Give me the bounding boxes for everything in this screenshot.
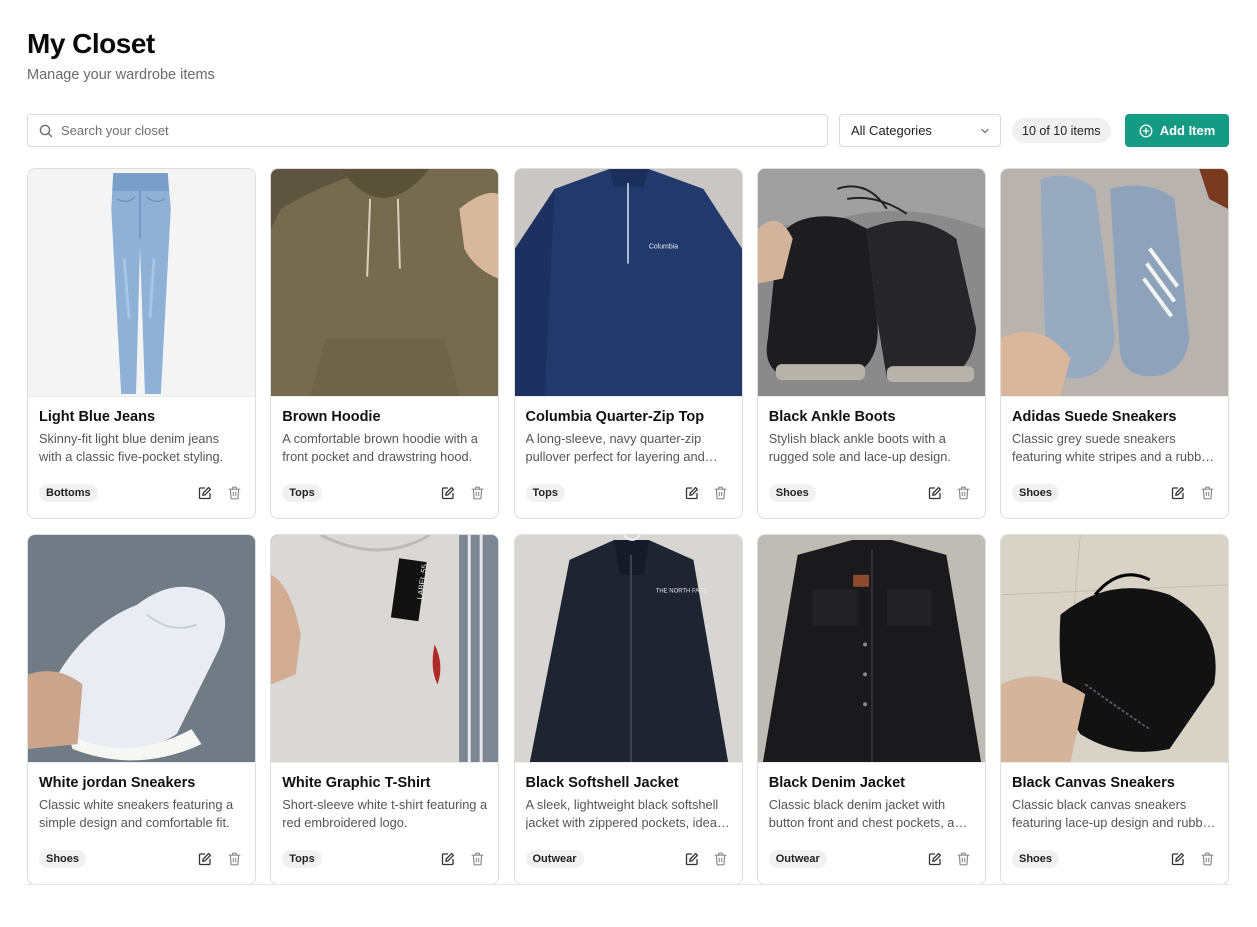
trash-icon[interactable] [956,851,972,867]
add-item-button[interactable]: Add Item [1125,114,1229,147]
chevron-down-icon [980,126,990,136]
item-name: Columbia Quarter-Zip Top [525,409,705,425]
category-tag: Tops [282,484,322,502]
edit-icon[interactable] [1170,485,1186,501]
item-description: Stylish black ankle boots with a rugged … [768,431,951,464]
item-count-badge: 10 of 10 items [1012,118,1111,143]
trash-icon[interactable] [226,485,242,501]
item-card[interactable]: Light Blue Jeans Skinny-fit light blue d… [27,168,256,519]
trash-icon[interactable] [469,485,485,501]
item-photo [271,169,499,397]
trash-icon[interactable] [1199,851,1215,867]
item-name: Adidas Suede Sneakers [1012,409,1177,425]
svg-text:THE NORTH FACE: THE NORTH FACE [655,589,707,595]
item-name: White jordan Sneakers [39,775,196,791]
item-photo: LABEL 55 [271,535,499,763]
category-select[interactable]: All Categories [839,114,1001,147]
category-tag: Outwear [768,850,827,868]
page-title: My Closet [27,28,155,59]
item-description: Classic white sneakers featuring a simpl… [39,797,234,830]
add-item-label: Add Item [1159,123,1216,138]
edit-icon[interactable] [927,485,943,501]
trash-icon[interactable] [1199,485,1215,501]
category-tag: Shoes [39,850,87,868]
category-tag: Shoes [1012,484,1060,502]
edit-icon[interactable] [197,851,213,867]
item-photo: Columbia [514,169,742,397]
item-card[interactable]: THE NORTH FACE Black Softshell Jacket A … [513,534,743,885]
item-name: Light Blue Jeans [39,409,156,425]
item-name: Black Denim Jacket [768,775,905,791]
item-card[interactable]: LABEL 55 White Graphic T-Shirt Short-sle… [270,534,500,885]
items-grid: Light Blue Jeans Skinny-fit light blue d… [27,168,1229,885]
search-input[interactable] [61,123,801,138]
item-photo [28,169,255,397]
item-card[interactable]: Columbia Columbia Quarter-Zip Top A long… [513,168,743,519]
item-card[interactable]: Brown Hoodie A comfortable brown hoodie … [270,168,500,519]
item-description: Classic black denim jacket with button f… [768,797,955,830]
item-photo [1001,169,1228,397]
item-photo [757,169,985,397]
edit-icon[interactable] [927,851,943,867]
item-description: A sleek, lightweight black softshell jac… [525,797,720,830]
category-tag: Outwear [525,850,584,868]
edit-icon[interactable] [1170,851,1186,867]
page-subtitle: Manage your wardrobe items [27,67,215,83]
item-description: A long-sleeve, navy quarter-zip pullover… [525,431,705,464]
search-icon [39,124,53,138]
edit-icon[interactable] [684,851,700,867]
edit-icon[interactable] [440,485,456,501]
item-name: White Graphic T-Shirt [282,775,431,791]
item-card[interactable]: Black Canvas Sneakers Classic black canv… [1000,534,1229,885]
toolbar: All Categories 10 of 10 items Add Item [27,114,1229,147]
category-tag: Shoes [1012,850,1060,868]
search-box[interactable] [27,114,828,147]
edit-icon[interactable] [684,485,700,501]
category-select-value: All Categories [851,123,932,138]
item-card[interactable]: Black Denim Jacket Classic black denim j… [756,534,986,885]
plus-circle-icon [1139,124,1153,138]
trash-icon[interactable] [713,485,729,501]
trash-icon[interactable] [713,851,729,867]
item-description: Classic black canvas sneakers featuring … [1012,797,1215,830]
item-description: Short-sleeve white t-shirt featuring a r… [282,797,488,830]
item-name: Black Ankle Boots [768,409,896,425]
edit-icon[interactable] [440,851,456,867]
item-name: Black Canvas Sneakers [1012,775,1175,791]
item-name: Black Softshell Jacket [525,775,679,791]
item-description: Classic grey suede sneakers featuring wh… [1012,431,1213,464]
category-tag: Tops [282,850,322,868]
trash-icon[interactable] [226,851,242,867]
item-card[interactable]: Adidas Suede Sneakers Classic grey suede… [1000,168,1229,519]
item-description: Skinny-fit light blue denim jeans with a… [39,431,224,464]
category-tag: Tops [525,484,565,502]
trash-icon[interactable] [956,485,972,501]
svg-text:Columbia: Columbia [648,244,677,251]
category-tag: Bottoms [39,484,98,502]
item-photo [1001,535,1228,763]
item-name: Brown Hoodie [282,409,381,425]
item-photo [28,535,255,763]
item-photo: THE NORTH FACE [514,535,742,763]
item-photo [757,535,985,763]
category-tag: Shoes [768,484,816,502]
item-description: A comfortable brown hoodie with a front … [282,431,478,464]
item-card[interactable]: Black Ankle Boots Stylish black ankle bo… [756,168,986,519]
item-card[interactable]: White jordan Sneakers Classic white snea… [27,534,256,885]
edit-icon[interactable] [197,485,213,501]
divider [27,884,1229,885]
trash-icon[interactable] [469,851,485,867]
page-header: My Closet Manage your wardrobe items [27,27,215,83]
